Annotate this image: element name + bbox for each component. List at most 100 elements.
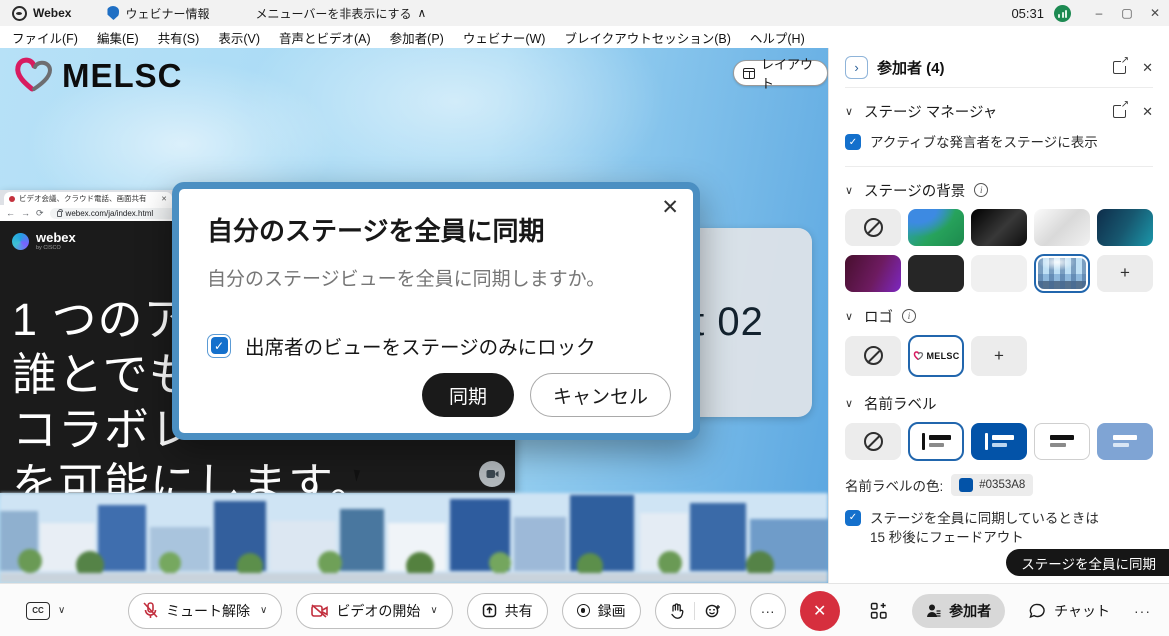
add-background-button[interactable]: + <box>1097 255 1153 292</box>
panel-header: › 参加者 (4) ✕ <box>845 48 1153 88</box>
logo-none-tile[interactable] <box>845 336 901 376</box>
hide-menubar-button[interactable]: メニューバーを非表示にする ∧ <box>255 5 426 22</box>
background-black-tile[interactable] <box>971 209 1027 246</box>
participants-icon <box>926 603 941 618</box>
webinar-info-button[interactable]: ウェビナー情報 <box>107 5 209 22</box>
participants-button[interactable]: 参加者 <box>912 594 1005 628</box>
prohibit-icon <box>864 218 883 237</box>
lock-view-checkbox-label: 出席者のビューをステージのみにロック <box>245 331 596 360</box>
collapse-panel-button[interactable]: › <box>845 56 868 79</box>
unmute-button[interactable]: ミュート解除 ∨ <box>128 593 282 629</box>
close-window-button[interactable]: ✕ <box>1141 0 1169 26</box>
chevron-down-icon[interactable]: ∨ <box>260 605 267 616</box>
background-purple-tile[interactable] <box>845 255 901 292</box>
background-gray-tile[interactable] <box>971 255 1027 292</box>
leave-meeting-button[interactable]: ✕ <box>800 591 840 631</box>
cancel-button[interactable]: キャンセル <box>530 373 671 417</box>
cityscape-background <box>0 493 828 583</box>
connection-quality-icon[interactable] <box>1054 5 1071 22</box>
apps-icon[interactable] <box>870 602 888 620</box>
reactions-smiley-icon[interactable] <box>705 603 721 619</box>
pop-out-icon[interactable] <box>1113 61 1126 74</box>
raise-hand-icon[interactable] <box>670 603 684 619</box>
stage-background-title: ステージの背景 <box>864 180 965 201</box>
hide-menubar-label: メニューバーを非表示にする <box>255 5 411 22</box>
shield-icon <box>107 6 119 20</box>
pop-out-icon[interactable] <box>1113 105 1126 118</box>
webex-site-brand: webex by CISCO <box>12 231 76 251</box>
name-label-style1-selected[interactable] <box>908 422 964 461</box>
browser-back-icon[interactable]: ← <box>6 209 15 218</box>
sync-button[interactable]: 同期 <box>422 373 514 417</box>
chevron-down-icon[interactable]: ∨ <box>845 105 859 118</box>
record-icon <box>577 604 590 617</box>
name-label-color-picker[interactable]: #0353A8 <box>951 474 1033 496</box>
menu-help[interactable]: ヘルプ(H) <box>750 28 805 47</box>
menu-file[interactable]: ファイル(F) <box>12 28 78 47</box>
info-icon[interactable]: i <box>902 309 916 323</box>
name-label-style4-tile[interactable] <box>1097 423 1153 460</box>
chevron-down-icon[interactable]: ∨ <box>845 397 859 410</box>
background-teal-tile[interactable] <box>1097 209 1153 246</box>
close-panel-icon[interactable]: ✕ <box>1142 60 1153 76</box>
maximize-button[interactable]: ▢ <box>1113 0 1141 26</box>
background-none-tile[interactable] <box>845 209 901 246</box>
menu-webinar[interactable]: ウェビナー(W) <box>463 28 546 47</box>
background-bluegreen-tile[interactable] <box>908 209 964 246</box>
record-label: 録画 <box>598 601 626 621</box>
stage-area: MELSC レイアウト ビデオ会議、クラウド電話、画面共有 ✕ + ← → ⟳ <box>0 48 828 583</box>
start-video-button[interactable]: ビデオの開始 ∨ <box>296 593 452 629</box>
camera-overlay-icon[interactable] <box>479 461 505 487</box>
background-dark-tile[interactable] <box>908 255 964 292</box>
sync-stage-dialog: ✕ 自分のステージを全員に同期 自分のステージビューを全員に同期しますか。 ✓ … <box>172 182 700 440</box>
dialog-title: 自分のステージを全員に同期 <box>207 211 665 248</box>
dialog-message: 自分のステージビューを全員に同期しますか。 <box>207 264 665 291</box>
record-button[interactable]: 録画 <box>562 593 641 629</box>
camera-glyph <box>486 469 499 479</box>
dialog-close-icon[interactable]: ✕ <box>661 197 679 218</box>
minimize-button[interactable]: – <box>1085 0 1113 26</box>
info-icon[interactable]: i <box>974 183 988 197</box>
browser-tab[interactable]: ビデオ会議、クラウド電話、画面共有 ✕ <box>4 192 172 205</box>
name-label-none-tile[interactable] <box>845 423 901 460</box>
active-speaker-checkbox[interactable]: ✓ <box>845 134 861 150</box>
chevron-down-icon[interactable]: ∨ <box>845 310 859 323</box>
sync-stage-to-all-button[interactable]: ステージを全員に同期 <box>1006 549 1169 576</box>
more-options-button[interactable]: ··· <box>750 593 786 629</box>
webex-site-subtitle: by CISCO <box>36 245 76 251</box>
chat-button[interactable]: チャット <box>1029 601 1110 621</box>
chevron-down-icon[interactable]: ∨ <box>845 184 859 197</box>
close-section-icon[interactable]: ✕ <box>1142 104 1153 120</box>
lock-view-checkbox[interactable]: ✓ <box>207 334 231 358</box>
more-toolbar-button[interactable]: ··· <box>1134 603 1151 619</box>
menu-audio-video[interactable]: 音声とビデオ(A) <box>279 28 371 47</box>
background-white-tile[interactable] <box>1034 209 1090 246</box>
layout-button[interactable]: レイアウト <box>733 60 828 86</box>
chat-icon <box>1029 603 1046 619</box>
menu-share[interactable]: 共有(S) <box>158 28 200 47</box>
menu-view[interactable]: 表示(V) <box>218 28 260 47</box>
chevron-down-icon[interactable]: ∨ <box>58 605 65 616</box>
browser-tab-title: ビデオ会議、クラウド電話、画面共有 <box>19 193 157 204</box>
titlebar: Webex ウェビナー情報 メニューバーを非表示にする ∧ 05:31 – ▢ … <box>0 0 1169 26</box>
menubar: ファイル(F) 編集(E) 共有(S) 表示(V) 音声とビデオ(A) 参加者(… <box>0 26 1169 48</box>
name-label-style3-tile[interactable] <box>1034 423 1090 460</box>
layout-button-label: レイアウト <box>761 54 815 92</box>
background-city-tile-selected[interactable] <box>1034 254 1090 293</box>
add-logo-button[interactable]: + <box>971 336 1027 376</box>
browser-forward-icon[interactable]: → <box>21 209 30 218</box>
logo-tiles-row: MELSC + <box>845 335 1153 377</box>
menu-breakout[interactable]: ブレイクアウトセッション(B) <box>564 28 730 47</box>
closed-captions-icon[interactable]: CC <box>26 602 50 620</box>
tab-close-icon[interactable]: ✕ <box>161 195 167 203</box>
name-label-style2-tile[interactable] <box>971 423 1027 460</box>
menu-edit[interactable]: 編集(E) <box>97 28 139 47</box>
name-label-color-row: 名前ラベルの色: #0353A8 <box>845 474 1153 496</box>
control-toolbar: CC ∨ ミュート解除 ∨ ビデオの開始 <box>0 583 1169 636</box>
share-button[interactable]: 共有 <box>467 593 548 629</box>
menu-participants[interactable]: 参加者(P) <box>390 28 444 47</box>
fadeout-checkbox[interactable]: ✓ <box>845 510 861 526</box>
browser-reload-icon[interactable]: ⟳ <box>36 209 44 218</box>
logo-melsc-tile-selected[interactable]: MELSC <box>908 335 964 377</box>
chevron-down-icon[interactable]: ∨ <box>430 605 437 616</box>
